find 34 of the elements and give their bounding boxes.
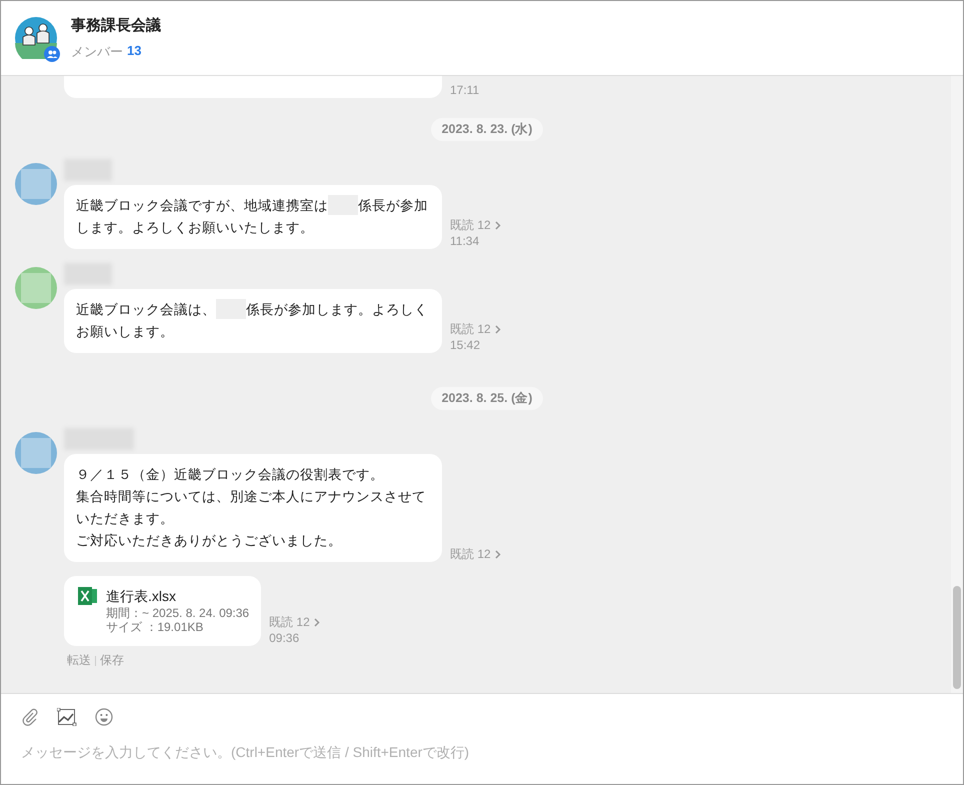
paperclip-icon[interactable] [21,708,39,726]
members-label[interactable]: メンバー [71,42,123,60]
chevron-icon [494,324,501,334]
scrollbar-thumb[interactable] [953,586,961,689]
date-separator: 2023. 8. 23. (水) [430,118,544,141]
avatar[interactable] [15,163,57,205]
date-separator: 2023. 8. 25. (金) [430,387,544,410]
file-name: 進行表.xlsx [106,587,177,606]
message-bubble: ９／１５（金）近畿ブロック会議の役割表です。 集合時間等については、別途ご本人にアナウンスさせていただきます。 ご対応いただきありがとうございました。 [64,454,442,562]
smiley-icon[interactable] [95,708,113,726]
image-edit-icon[interactable] [57,708,77,726]
message-time: 09:36 [269,630,300,646]
read-count[interactable]: 既読 12 [269,614,310,630]
file-expiry: 期間：~ 2025. 8. 24. 09:36 [106,606,250,620]
message-time: 17:11 [450,82,480,98]
read-count[interactable]: 既読 12 [450,217,491,233]
file-size: サイズ ：19.01KB [106,620,204,634]
member-count[interactable]: 13 [127,42,142,60]
read-count[interactable]: 既読 12 [450,546,491,562]
spreadsheet-icon [78,586,98,606]
chat-title: 事務課長会議 [71,16,161,34]
chevron-icon [494,220,501,230]
avatar[interactable] [15,432,57,474]
chevron-icon [494,550,501,558]
message-bubble: 近畿ブロック会議ですが、地域連携室は 係長が参加します。よろしくお願いいたします。 [64,185,442,249]
people-icon [44,46,60,62]
message-bubble: 近畿ブロック会議は、 係長が参加します。よろしくお願いします。 [64,289,442,353]
file-attachment[interactable]: 進行表.xlsx 期間：~ 2025. 8. 24. 09:36 サイズ ：19.01KB [64,576,262,646]
save-link[interactable]: 保存 [100,652,124,669]
read-count[interactable]: 既読 12 [450,321,491,337]
chevron-icon [314,618,320,626]
message-time: 11:34 [450,233,480,249]
forward-link[interactable]: 転送 [67,652,91,669]
message-time: 15:42 [450,337,482,353]
